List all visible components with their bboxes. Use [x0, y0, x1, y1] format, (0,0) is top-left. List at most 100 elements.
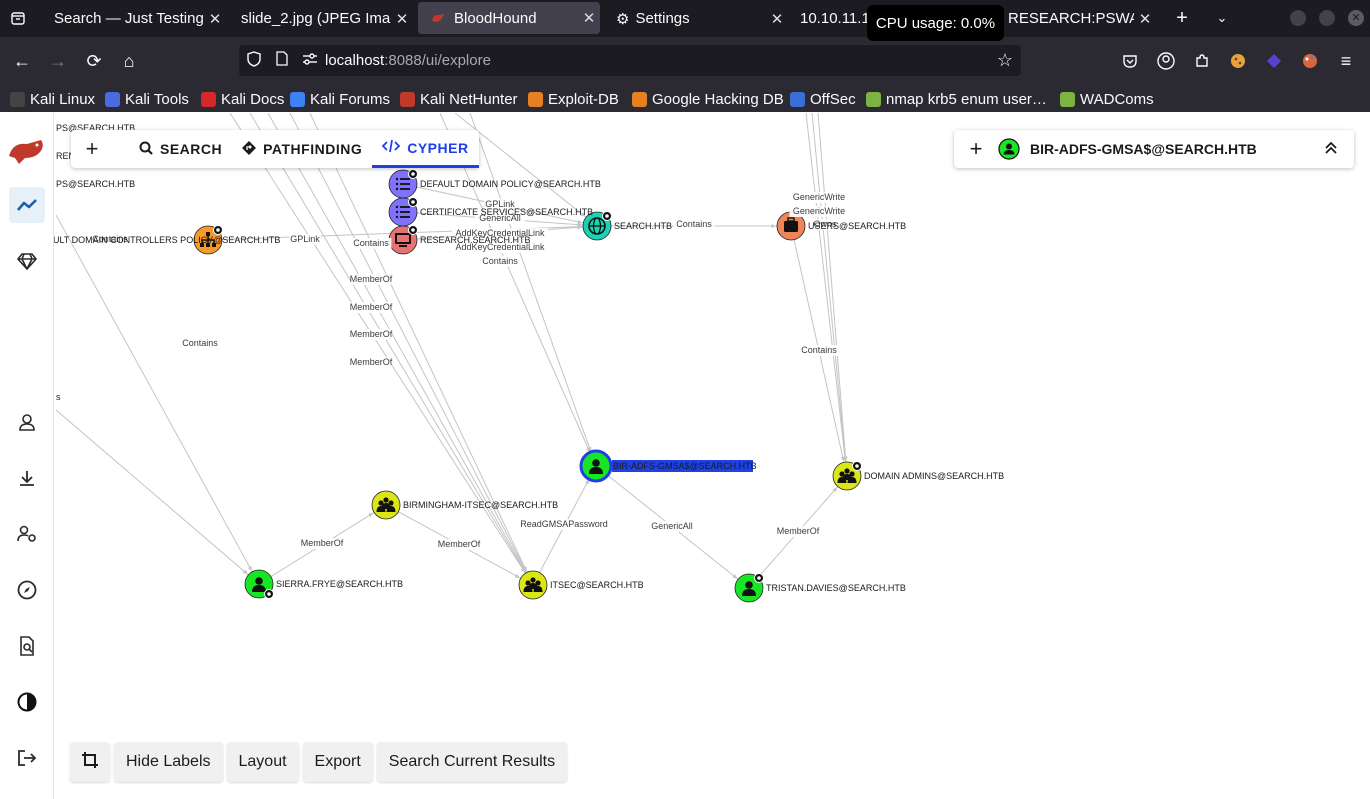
graph-node-itsec[interactable]	[518, 570, 548, 600]
graph-node-birm[interactable]	[371, 490, 401, 520]
gem-icon[interactable]	[9, 243, 45, 279]
bookmark-item[interactable]: OffSec	[790, 88, 856, 110]
bookmark-item[interactable]: Google Hacking DB	[632, 88, 784, 110]
node-label[interactable]: USERS@SEARCH.HTB	[808, 221, 906, 231]
extension-cookie-icon[interactable]	[1224, 47, 1252, 75]
bookmark-item[interactable]: nmap krb5 enum user…	[866, 88, 1047, 110]
graph-node-res[interactable]	[388, 225, 418, 255]
back-arrow-icon[interactable]: ←	[8, 47, 36, 75]
graph-edge[interactable]	[55, 409, 260, 585]
tab-cypher[interactable]: CYPHER	[372, 130, 479, 168]
tab-list-chevron-down-icon[interactable]: ⌄	[1208, 4, 1236, 32]
bookmark-item[interactable]: WADComs	[1060, 88, 1154, 110]
bookmark-item[interactable]: Kali Tools	[105, 88, 189, 110]
browser-tab-bar: Search — Just Testing I ✕ slide_2.jpg (J…	[0, 0, 1370, 37]
browser-tab-active[interactable]: BloodHound ✕	[418, 2, 600, 34]
graph-canvas[interactable]: GPLink GenericAll AddKeyCredentialLink AddK…	[54, 113, 1370, 799]
extension-cube-icon[interactable]	[1260, 47, 1288, 75]
compass-icon[interactable]	[9, 572, 45, 608]
bookmark-star-icon[interactable]: ☆	[997, 50, 1013, 71]
bloodhound-logo-icon[interactable]	[7, 133, 47, 169]
explore-chart-line-icon[interactable]	[9, 187, 45, 223]
close-window-button[interactable]: ✕	[1348, 10, 1364, 26]
minimize-button[interactable]	[1290, 10, 1306, 26]
browser-tab[interactable]: ⚙ Settings ✕	[604, 0, 788, 37]
tab-close-icon[interactable]: ✕	[391, 10, 413, 28]
maximize-button[interactable]	[1319, 10, 1335, 26]
new-tab-button[interactable]: +	[1168, 4, 1196, 32]
node-label[interactable]: BIRMINGHAM-ITSEC@SEARCH.HTB	[403, 500, 558, 510]
edge-label: Contains	[182, 338, 218, 348]
node-label[interactable]: RESEARCH.SEARCH.HTB	[420, 235, 531, 245]
browser-tab[interactable]: slide_2.jpg (JPEG Imag ✕	[229, 0, 413, 37]
extension-palette-icon[interactable]	[1296, 47, 1324, 75]
node-label[interactable]: BIR-ADFS-GMSA$@SEARCH.HTB	[613, 461, 757, 471]
user-gear-icon[interactable]	[9, 516, 45, 552]
graph-node-bir[interactable]	[579, 449, 613, 483]
hide-labels-button[interactable]: Hide Labels	[114, 742, 223, 782]
tab-pathfinding[interactable]: PATHFINDING	[232, 130, 372, 168]
tab-close-icon[interactable]: ✕	[1134, 10, 1156, 28]
reload-icon[interactable]: ⟳	[80, 47, 108, 75]
bookmark-item[interactable]: Exploit-DB	[528, 88, 619, 110]
bookmark-item[interactable]: Kali Docs	[201, 88, 284, 110]
graph-edge[interactable]	[469, 113, 597, 467]
crop-button[interactable]	[70, 742, 110, 782]
node-label[interactable]: DOMAIN ADMINS@SEARCH.HTB	[864, 471, 1004, 481]
list-bullet-icon	[395, 205, 399, 209]
tab-close-icon[interactable]: ✕	[204, 10, 226, 28]
graph-edge[interactable]	[817, 113, 848, 477]
logout-icon[interactable]	[9, 740, 45, 776]
node-label[interactable]: DEFAULT DOMAIN POLICY@SEARCH.HTB	[420, 179, 601, 189]
account-icon[interactable]	[1152, 47, 1180, 75]
user-icon	[592, 459, 600, 467]
download-icon[interactable]	[9, 460, 45, 496]
add-query-button[interactable]: +	[71, 136, 113, 162]
edge-label: GenericWrite	[793, 192, 845, 202]
graph-node-ddp[interactable]	[388, 169, 418, 199]
tab-search[interactable]: SEARCH	[129, 130, 232, 168]
extensions-icon[interactable]	[1188, 47, 1216, 75]
forward-arrow-icon[interactable]: →	[44, 47, 72, 75]
ghdb-icon	[632, 91, 647, 107]
collapse-chevron-up-icon[interactable]	[1324, 141, 1338, 158]
graph-labels: GPLinkGenericAllAddKeyCredentialLinkAddK…	[54, 123, 1004, 593]
add-entity-button[interactable]: +	[954, 136, 998, 162]
node-label[interactable]: CERTIFICATE SERVICES@SEARCH.HTB	[420, 207, 593, 217]
bookmarks-toolbar: Kali Linux Kali Tools Kali Docs Kali For…	[0, 84, 1370, 112]
graph-node-tristan[interactable]	[734, 573, 764, 603]
contrast-icon[interactable]	[9, 684, 45, 720]
graph-edge[interactable]	[55, 214, 260, 585]
graph-node-cs[interactable]	[388, 197, 418, 227]
node-label[interactable]: SIERRA.FRYE@SEARCH.HTB	[276, 579, 403, 589]
export-button[interactable]: Export	[302, 742, 373, 782]
browser-tab[interactable]: Search — Just Testing I ✕	[42, 0, 226, 37]
tab-close-icon[interactable]: ✕	[766, 10, 788, 28]
graph-edge[interactable]	[811, 113, 848, 477]
tab-overview-icon[interactable]	[4, 4, 32, 32]
node-label[interactable]: SEARCH.HTB	[614, 221, 672, 231]
home-icon[interactable]: ⌂	[115, 47, 143, 75]
bookmark-item[interactable]: Kali NetHunter	[400, 88, 518, 110]
bookmark-item[interactable]: Kali Forums	[290, 88, 390, 110]
browser-tab[interactable]: RESEARCH:PSWA1 ✕	[996, 0, 1156, 37]
menu-hamburger-icon[interactable]: ≡	[1332, 47, 1360, 75]
graph-node-da[interactable]	[832, 461, 862, 491]
node-label[interactable]: ULT DOMAIN CONTROLLERS POLICY@SEARCH.HTB	[54, 235, 280, 245]
graph-edge[interactable]	[805, 113, 848, 477]
layout-button[interactable]: Layout	[226, 742, 299, 782]
graph-svg[interactable]: GPLinkGenericAllAddKeyCredentialLinkAddK…	[54, 113, 1370, 799]
tab-close-icon[interactable]: ✕	[578, 9, 600, 27]
url-bar[interactable]: localhost:8088/ui/explore ☆	[239, 45, 1021, 76]
app-sidebar	[0, 113, 54, 799]
graph-node-sierra[interactable]	[244, 569, 274, 599]
site-permissions-icon[interactable]	[295, 52, 325, 70]
user-icon[interactable]	[9, 404, 45, 440]
node-label[interactable]: ITSEC@SEARCH.HTB	[550, 580, 644, 590]
file-search-icon[interactable]	[9, 628, 45, 664]
node-label[interactable]: TRISTAN.DAVIES@SEARCH.HTB	[766, 583, 906, 593]
search-icon	[139, 141, 153, 158]
bookmark-item[interactable]: Kali Linux	[10, 88, 95, 110]
search-current-results-button[interactable]: Search Current Results	[376, 742, 568, 782]
pocket-icon[interactable]	[1116, 47, 1144, 75]
